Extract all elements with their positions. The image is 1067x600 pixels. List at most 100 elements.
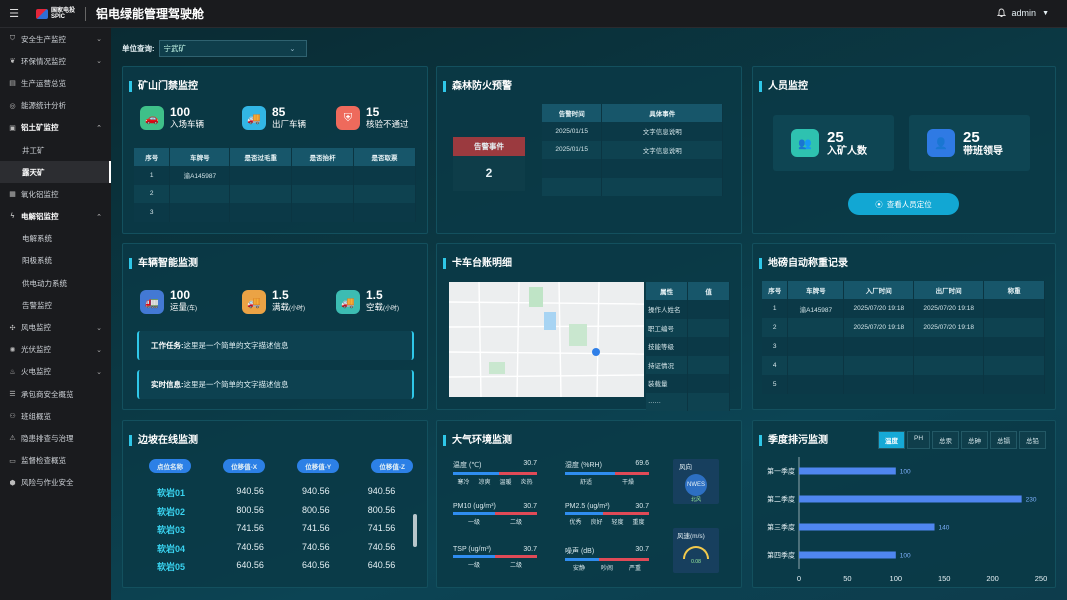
sidebar-item-label: 氧化铝监控 — [21, 189, 59, 199]
air-metric-value: 69.6 — [635, 460, 649, 467]
stat-unit: (小时) — [289, 306, 306, 312]
view-location-button[interactable]: ⦿ 查看人员定位 — [848, 193, 959, 215]
air-metric-value: 30.7 — [635, 546, 649, 553]
sidebar-item[interactable]: ⚠ 隐患排查与治理 — [0, 427, 111, 449]
sidebar-subitem[interactable]: 井工矿 — [0, 139, 111, 161]
sidebar-item[interactable]: ▤ 生产运营总览 — [0, 72, 111, 94]
data-label: 140 — [939, 525, 950, 532]
table-cell — [913, 375, 985, 394]
y-tick-label: 第四季度 — [767, 551, 795, 560]
sidebar-item[interactable]: ⚇ 班组概览 — [0, 405, 111, 427]
fan-icon: ✣ — [9, 324, 16, 332]
sidebar-item[interactable]: ☰ 承包商安全概览 — [0, 383, 111, 405]
season-tab[interactable]: 温度 — [878, 431, 905, 449]
sidebar-item[interactable]: ✣ 风电监控 ⌄ — [0, 316, 111, 338]
season-tab[interactable]: 总铅 — [1019, 431, 1047, 449]
season-title: 季度排污监测 — [759, 435, 828, 446]
table-cell — [542, 159, 603, 178]
season-chart: 第一季度 100 第二季度 230 第三季度 140 第四季度 100 0 50 100 150 200… — [767, 457, 1048, 583]
stat-label: 核验不通过 — [366, 119, 409, 129]
air-scale-label: 炎热 — [520, 480, 533, 486]
team-icon: ⚇ — [9, 413, 16, 421]
x-tick-label: 50 — [843, 574, 851, 583]
user-name[interactable]: admin — [1012, 8, 1037, 18]
table-cell: …… — [646, 392, 689, 411]
bell-icon[interactable] — [996, 8, 1006, 18]
slope-title: 边坡在线监测 — [129, 435, 198, 446]
table-cell — [983, 375, 1045, 394]
table-header: 车牌号 — [787, 281, 845, 299]
sidebar-item-label: 班组概览 — [21, 411, 51, 421]
sidebar-item[interactable]: ◎ 能源统计分析 — [0, 95, 111, 117]
air-metric-bar — [453, 472, 537, 475]
sidebar-subitem[interactable]: 露天矿 — [0, 161, 111, 184]
user-chevron-down-icon[interactable]: ▼ — [1042, 10, 1049, 17]
slope-grid: 点位名称 位移值-X 位移值-Y 位移值-Z 软岩01 940.56 940.56 940.5… — [139, 459, 419, 573]
gate-panel: 矿山门禁监控 🚗 100 入场车辆 🚚 85 出厂车辆 ⛨ 15 核验不通过 序号 车牌… — [122, 66, 428, 234]
wind-direction-value: 北风 — [690, 497, 701, 503]
slope-cell: 软岩03 — [157, 525, 186, 535]
air-scale-label: 一级 — [467, 520, 480, 526]
table-row: 持证情况 — [646, 355, 730, 374]
table-row: 2 2025/07/20 19:18 2025/07/20 19:18 — [762, 318, 1045, 337]
sidebar-item[interactable]: ▭ 监督检查概览 — [0, 450, 111, 472]
slope-row: 软岩03 741.56 741.56 741.56 — [139, 523, 419, 536]
stat-value: 25 — [827, 128, 844, 146]
table-cell — [913, 356, 985, 375]
box-icon: ▣ — [9, 124, 16, 132]
table-cell: 3 — [134, 203, 171, 222]
table-cell — [353, 166, 416, 185]
sidebar-item[interactable]: ⛉ 安全生产监控 ⌄ — [0, 28, 111, 50]
sidebar-subitem[interactable]: 供电动力系统 — [0, 272, 111, 294]
air-scale-label: 一级 — [467, 563, 480, 569]
season-tab[interactable]: PH — [907, 431, 931, 449]
air-scale-label: 二级 — [509, 563, 522, 569]
wind-speed-widget: 风速(m/s) 0.08 — [673, 528, 719, 573]
air-scale-label: 重度 — [632, 520, 645, 526]
check-icon: ▭ — [9, 457, 16, 465]
slope-row: 软岩02 800.56 800.56 800.56 — [139, 505, 419, 518]
sidebar-subitem[interactable]: 电解系统 — [0, 228, 111, 250]
unit-select[interactable]: 宁武矿 ⌄ — [158, 40, 307, 57]
sidebar-item[interactable]: ♨ 火电监控 ⌄ — [0, 361, 111, 383]
table-cell — [787, 337, 845, 356]
sidebar-item[interactable]: ⬢ 风险与作业安全 — [0, 472, 111, 494]
slope-header-chip: 位移值-Z — [371, 459, 413, 473]
stat-label: 带班领导 — [963, 145, 1003, 157]
realtime-label: 实时信息: — [151, 380, 184, 389]
slope-cell: 800.56 — [302, 504, 330, 515]
sidebar-item[interactable]: ✺ 光伏监控 ⌄ — [0, 339, 111, 361]
slope-cell: 软岩02 — [157, 506, 186, 517]
table-cell — [291, 203, 355, 222]
wind-speed-value: 0.08 — [691, 559, 701, 565]
chevron-down-icon: ⌄ — [289, 44, 296, 53]
sidebar-item[interactable]: ❦ 环保情况监控 ⌄ — [0, 50, 111, 72]
sidebar-subitem[interactable]: 阳极系统 — [0, 250, 111, 272]
season-tab[interactable]: 总镉 — [990, 431, 1018, 449]
car-in-icon: 🚗 — [140, 106, 164, 130]
sidebar-item[interactable]: ▦ 氧化铝监控 — [0, 183, 111, 205]
chevron-down-icon: ⌄ — [96, 58, 102, 66]
table-header: 属性 — [646, 282, 689, 300]
menu-icon[interactable]: ☰ — [0, 7, 28, 20]
sidebar-item-label: 承包商安全概览 — [21, 389, 74, 399]
table-cell — [291, 166, 355, 185]
sidebar-item[interactable]: ▣ 铝土矿监控 ⌃ — [0, 117, 111, 139]
slope-cell: 940.56 — [367, 486, 396, 496]
scale-panel: 地磅自动称重记录 序号 车牌号 入厂时间 出厂时间 称重 1 渝A145987 2025/07… — [752, 243, 1056, 410]
slope-scrollbar[interactable] — [413, 514, 417, 547]
app-title: 铝电绿能管理驾驶舱 — [96, 7, 205, 21]
sidebar-subitem[interactable]: 告警监控 — [0, 294, 111, 316]
bar — [799, 495, 1022, 503]
season-tab[interactable]: 总砷 — [961, 431, 989, 449]
table-cell — [843, 356, 915, 375]
gauge-icon — [683, 546, 709, 559]
table-cell: 5 — [762, 375, 789, 394]
season-tab[interactable]: 总汞 — [932, 431, 960, 449]
y-tick-label: 第二季度 — [767, 495, 795, 504]
x-tick-label: 250 — [1035, 574, 1048, 583]
stat-value: 1.5 — [366, 288, 383, 302]
map[interactable] — [449, 282, 644, 397]
table-row: 职工编号 — [646, 318, 730, 337]
sidebar-item[interactable]: ϟ 电解铝监控 ⌃ — [0, 206, 111, 228]
